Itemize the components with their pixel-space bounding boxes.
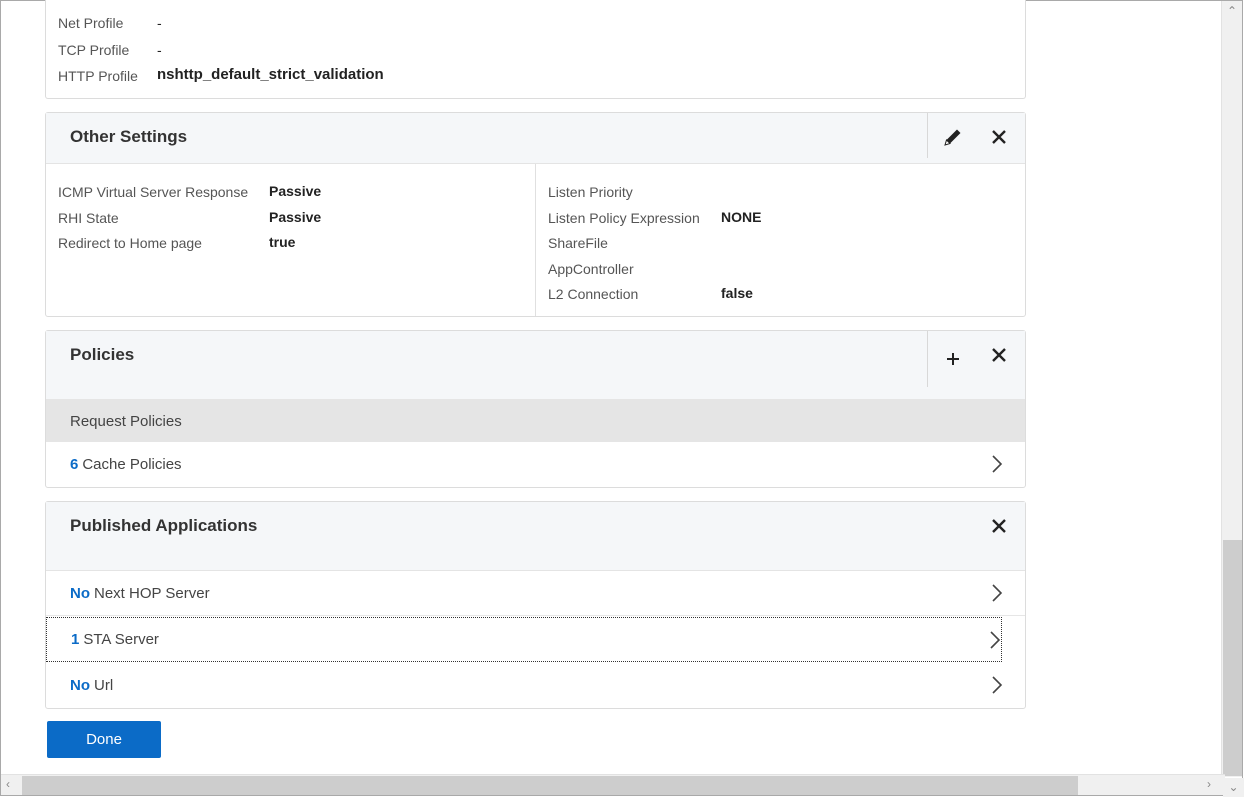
icmp-response-value: Passive (269, 183, 322, 199)
close-icon (992, 130, 1006, 144)
other-settings-title: Other Settings (70, 127, 188, 146)
listen-policy-expression-value: NONE (721, 209, 762, 225)
done-button[interactable]: Done (47, 721, 161, 758)
l2-connection-label: L2 Connection (548, 286, 639, 302)
next-hop-server-count: No (70, 584, 90, 602)
close-published-applications-button[interactable] (975, 502, 1023, 550)
l2-connection-value: false (721, 285, 753, 301)
http-profile-label: HTTP Profile (58, 68, 138, 84)
net-profile-label: Net Profile (58, 15, 124, 31)
request-policies-group: Request Policies (46, 399, 1025, 442)
rhi-state-label: RHI State (58, 210, 119, 226)
header-divider (927, 331, 928, 387)
redirect-home-value: true (269, 234, 296, 250)
basic-settings-panel: Net Profile - TCP Profile - HTTP Profile… (45, 0, 1026, 99)
http-profile-value: nshttp_default_strict_validation (157, 66, 384, 83)
sta-server-label: STA Server (83, 631, 159, 648)
policies-header: Policies (46, 331, 1025, 399)
sta-server-count: 1 (71, 631, 80, 648)
horizontal-scrollbar[interactable]: ‹ › (1, 774, 1225, 795)
cache-policies-row[interactable]: 6 Cache Policies (46, 442, 1025, 487)
pencil-icon (944, 129, 961, 146)
appcontroller-label: AppController (548, 261, 634, 277)
tcp-profile-label: TCP Profile (58, 42, 130, 58)
close-policies-button[interactable] (975, 331, 1023, 379)
sharefile-label: ShareFile (548, 235, 608, 251)
close-other-settings-button[interactable] (975, 113, 1023, 161)
close-icon (992, 348, 1006, 362)
scroll-up-arrow-icon[interactable]: ⌃ (1227, 5, 1237, 17)
sta-server-row[interactable]: 1 STA Server (46, 617, 1002, 662)
chevron-right-icon (992, 584, 1003, 602)
listen-policy-expression-label: Listen Policy Expression (548, 210, 700, 226)
cache-policies-label: Cache Policies (82, 456, 182, 473)
chevron-right-icon (992, 676, 1003, 694)
next-hop-server-label: Next HOP Server (94, 584, 210, 602)
cache-policies-count: 6 (70, 456, 79, 473)
published-applications-header: Published Applications (46, 502, 1025, 571)
edit-button[interactable] (929, 113, 977, 161)
published-applications-title: Published Applications (70, 516, 258, 535)
rhi-state-value: Passive (269, 209, 322, 225)
published-applications-panel: Published Applications No Next HOP Serve… (45, 501, 1026, 709)
scroll-right-arrow-icon[interactable]: › (1207, 778, 1211, 790)
close-icon (992, 519, 1006, 533)
add-policy-button[interactable] (929, 335, 977, 383)
redirect-home-label: Redirect to Home page (58, 235, 202, 251)
request-policies-label: Request Policies (70, 413, 182, 430)
policies-panel: Policies Request Policies 6 Cache Polici… (45, 330, 1026, 488)
plus-icon (947, 353, 959, 365)
icmp-response-label: ICMP Virtual Server Response (58, 184, 249, 200)
vertical-scroll-thumb[interactable] (1223, 540, 1242, 776)
listen-priority-label: Listen Priority (548, 184, 633, 200)
dialog-frame: Net Profile - TCP Profile - HTTP Profile… (0, 0, 1244, 797)
tcp-profile-value: - (157, 42, 162, 58)
chevron-right-icon (990, 631, 1001, 649)
scroll-left-arrow-icon[interactable]: ‹ (6, 778, 10, 790)
horizontal-scroll-thumb[interactable] (22, 776, 1078, 795)
policies-title: Policies (70, 345, 135, 364)
scroll-down-arrow-icon[interactable]: ⌄ (1223, 778, 1244, 797)
vertical-scrollbar[interactable]: ⌃ (1221, 1, 1242, 777)
url-label: Url (94, 677, 114, 694)
next-hop-server-row[interactable]: No Next HOP Server (46, 571, 1025, 616)
settings-divider (535, 164, 536, 316)
url-count: No (70, 677, 90, 694)
net-profile-value: - (157, 15, 162, 31)
other-settings-header: Other Settings (46, 113, 1025, 164)
url-row[interactable]: No Url (46, 663, 1025, 708)
other-settings-panel: Other Settings ICMP Virtual Server Respo… (45, 112, 1026, 317)
header-divider (927, 113, 928, 158)
chevron-right-icon (992, 455, 1003, 473)
